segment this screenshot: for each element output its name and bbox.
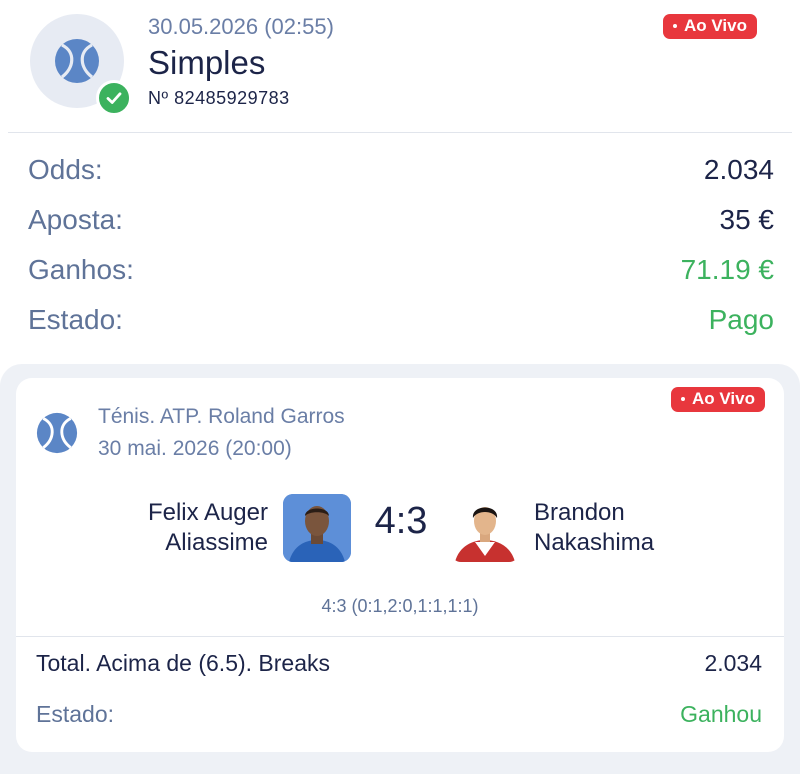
odds-row: Odds: 2.034 [28, 148, 774, 192]
stake-value: 35 € [719, 204, 775, 235]
event-league: Ténis. ATP. Roland Garros [98, 405, 345, 428]
live-badge-label: Ao Vivo [692, 389, 755, 408]
player2-name-line1: Brandon [534, 499, 625, 526]
bet-datetime: 30.05.2026 (02:55) [148, 14, 334, 39]
event-date: 30 mai. 2026 (20:00) [98, 437, 292, 460]
state-value: Pago [708, 304, 774, 335]
player1-name-line2: Aliassime [165, 529, 268, 556]
live-badge: Ao Vivo [663, 14, 757, 39]
stake-label: Aposta: [28, 204, 123, 235]
live-dot-icon [681, 397, 685, 401]
event-state-value: Ganhou [680, 701, 762, 727]
event-live-badge: Ao Vivo [671, 387, 765, 412]
event-card[interactable] [16, 378, 784, 752]
market-name: Total. Acima de (6.5). Breaks [36, 650, 331, 676]
winnings-label: Ganhos: [28, 254, 134, 285]
event-state-label: Estado: [36, 701, 114, 727]
player2-name: Brandon Nakashima [534, 498, 654, 558]
state-row: Estado: Pago [28, 298, 774, 342]
player1-name: Felix Auger Aliassime [148, 498, 268, 558]
tennis-ball-icon [55, 39, 99, 83]
player-photo-icon [451, 494, 519, 562]
bet-header: 30.05.2026 (02:55) Simples Nº 8248592978… [0, 0, 800, 132]
state-label: Estado: [28, 304, 123, 335]
match-score: 4:3 [374, 500, 428, 542]
bet-number: Nº 82485929783 [148, 88, 290, 108]
player1-avatar [283, 494, 351, 562]
winnings-row: Ganhos: 71.19 € [28, 248, 774, 292]
player-photo-icon [283, 494, 351, 562]
bet-type: Simples [148, 44, 266, 81]
player2-name-line2: Nakashima [534, 529, 655, 556]
player1-name-line1: Felix Auger [147, 499, 268, 526]
card-divider [16, 636, 784, 637]
market-odds: 2.034 [704, 650, 762, 676]
winnings-value: 71.19 € [680, 254, 774, 285]
odds-value: 2.034 [703, 154, 774, 185]
stake-row: Aposta: 35 € [28, 198, 774, 242]
tennis-ball-icon [36, 412, 78, 454]
set-scores: 4:3 (0:1,2:0,1:1,1:1) [321, 596, 479, 616]
check-icon [106, 92, 122, 104]
header-divider [8, 132, 792, 133]
player2-avatar [451, 494, 519, 562]
live-badge-label: Ao Vivo [684, 16, 747, 35]
live-dot-icon [673, 24, 677, 28]
odds-label: Odds: [28, 154, 103, 185]
success-check-badge [96, 80, 132, 116]
